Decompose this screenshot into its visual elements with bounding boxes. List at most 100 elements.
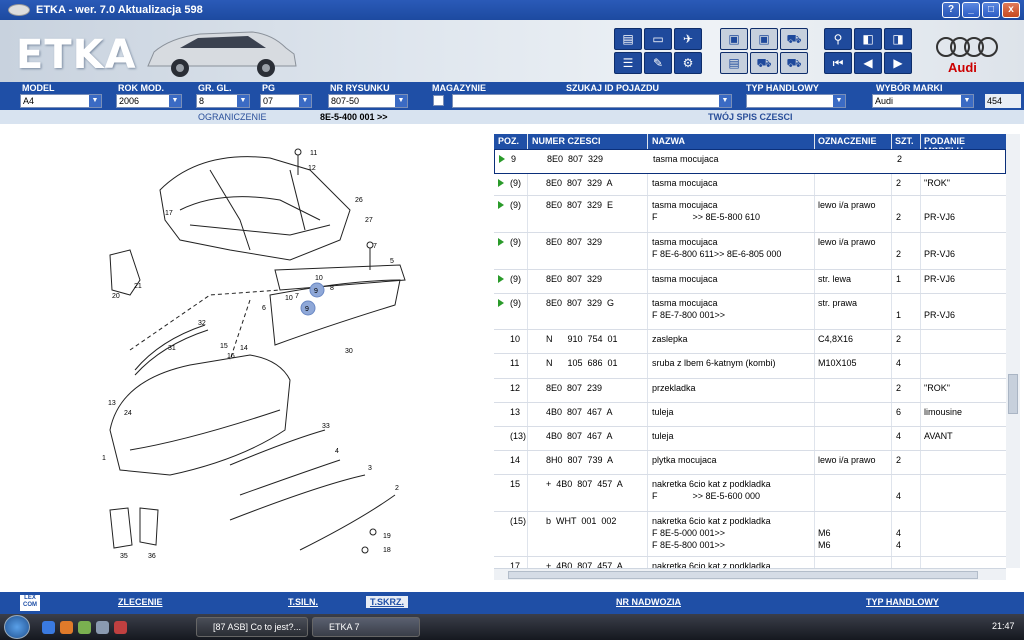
cell-poz: 10: [510, 334, 521, 344]
table-row[interactable]: (9) 8E0 807 329 E tasma mocujaca F >> 8E-5-…: [494, 196, 1006, 233]
cell-nr: N 105 686 01: [546, 358, 618, 368]
table-row[interactable]: 12 8E0 807 239 przekladka 2 "ROK": [494, 379, 1006, 403]
zlecenie-button[interactable]: ZLECENIE: [118, 597, 163, 607]
model-select[interactable]: A4 ▼: [20, 94, 102, 108]
table-row[interactable]: (9) 8E0 807 329 G tasma mocujaca F 8E-7-800…: [494, 294, 1006, 330]
first-icon[interactable]: ⏮: [824, 52, 852, 74]
app-icon[interactable]: [78, 621, 91, 634]
taskbar-item-etka[interactable]: ETKA 7: [312, 617, 420, 637]
parts-diagram[interactable]: 111226 2775 172021 10108 6730 3231 15 161…: [90, 130, 420, 570]
chevron-down-icon: ▼: [237, 95, 249, 107]
cell-szt: 2: [897, 154, 903, 164]
bike-icon[interactable]: ⚙: [674, 52, 702, 74]
nr-select[interactable]: 807-50 ▼: [328, 94, 408, 108]
table-row[interactable]: (15) b WHT 001 002 nakretka 6cio kat z pod…: [494, 512, 1006, 557]
print-icon[interactable]: ▤: [614, 28, 642, 50]
svg-text:1: 1: [102, 455, 106, 462]
svg-text:4: 4: [335, 448, 339, 455]
magazynie-checkbox[interactable]: [433, 95, 444, 106]
svg-text:12: 12: [308, 165, 316, 172]
maximize-button[interactable]: □: [982, 2, 1000, 18]
help-button[interactable]: ?: [942, 2, 960, 18]
pin-icon[interactable]: ⚲: [824, 28, 852, 50]
nr-nadwozia-button[interactable]: NR NADWOZIA: [616, 597, 681, 607]
chevron-down-icon: ▼: [833, 95, 845, 107]
table-row[interactable]: (9) 8E0 807 329 A tasma mocujaca 2 "ROK": [494, 174, 1006, 196]
chevron-down-icon: ▼: [395, 95, 407, 107]
edit-icon[interactable]: ✎: [644, 52, 672, 74]
cell-nazwa: plytka mocujaca: [652, 455, 717, 465]
taskbar-item-browser[interactable]: [87 ASB] Co to jest?...: [196, 617, 308, 637]
cart-add-icon[interactable]: ⛟: [780, 52, 808, 74]
folder-icon[interactable]: [96, 621, 109, 634]
orpcy-icon[interactable]: ▣: [750, 28, 778, 50]
table-row[interactable]: 13 4B0 807 467 A tuleja 6 limousine: [494, 403, 1006, 427]
vertical-scrollbar[interactable]: [1006, 134, 1020, 568]
close-button[interactable]: x: [1002, 2, 1020, 18]
expand-triangle-icon[interactable]: [498, 238, 504, 246]
expand-triangle-icon[interactable]: [498, 299, 504, 307]
expand-triangle-icon[interactable]: [499, 155, 505, 163]
spis-label[interactable]: TWÓJ SPIS CZESCI: [708, 112, 793, 122]
cart-icon[interactable]: ⛟: [780, 28, 808, 50]
screen-icon[interactable]: ▭: [644, 28, 672, 50]
table-row[interactable]: 9 8E0 807 329 tasma mocujaca 2: [494, 149, 1006, 174]
table-row[interactable]: 11 N 105 686 01 sruba z lbem 6-katnym (kom…: [494, 354, 1006, 379]
tools-icon[interactable]: ✈: [674, 28, 702, 50]
t-siln-button[interactable]: T.SILN.: [288, 597, 318, 607]
list-icon[interactable]: ☰: [614, 52, 642, 74]
scroll-thumb[interactable]: [1008, 374, 1018, 414]
col-szt[interactable]: SZT.: [895, 136, 914, 146]
gr-label: GR. GL.: [198, 83, 232, 93]
cell-nazwa2: F 8E-7-800 001>>: [652, 310, 726, 320]
page-prev-icon[interactable]: ◧: [854, 28, 882, 50]
horizontal-scrollbar[interactable]: [494, 568, 1006, 580]
marka-select[interactable]: Audi ▼: [872, 94, 974, 108]
ie-icon[interactable]: [42, 621, 55, 634]
firefox-icon[interactable]: [60, 621, 73, 634]
expand-triangle-icon[interactable]: [498, 275, 504, 283]
title-bar: ETKA - wer. 7.0 Aktualizacja 598 ? _ □ x: [0, 0, 1024, 20]
cell-szt: 2: [896, 383, 902, 393]
cell-nazwa: nakretka 6cio kat z podkladka: [652, 561, 771, 568]
cell-nr: 8E0 807 329: [547, 154, 604, 164]
t-skrz-button[interactable]: T.SKRZ.: [366, 596, 409, 608]
start-button[interactable]: [4, 615, 30, 639]
col-nazwa[interactable]: NAZWA: [652, 136, 685, 146]
cell-nazwa: tasma mocujaca: [652, 274, 718, 284]
table-row[interactable]: 17 + 4B0 807 457 A nakretka 6cio kat z pod…: [494, 557, 1006, 568]
cell-szt: 1: [896, 310, 902, 320]
expand-triangle-icon[interactable]: [498, 201, 504, 209]
table-row[interactable]: 15 + 4B0 807 457 A nakretka 6cio kat z pod…: [494, 475, 1006, 512]
expand-triangle-icon[interactable]: [498, 179, 504, 187]
col-numer[interactable]: NUMER CZESCI: [532, 136, 601, 146]
szukaj-select[interactable]: ▼: [452, 94, 732, 108]
page-next-icon[interactable]: ◨: [884, 28, 912, 50]
scroll-thumb[interactable]: [508, 571, 978, 579]
taskbar: [87 ASB] Co to jest?... ETKA 7 21:47: [0, 614, 1024, 640]
cell-szt2: 4: [896, 540, 902, 550]
doc-icon[interactable]: ▤: [720, 52, 748, 74]
table-row[interactable]: 10 N 910 754 01 zaslepka C4,8X16 2: [494, 330, 1006, 354]
typ-handlowy-button[interactable]: TYP HANDLOWY: [866, 597, 939, 607]
col-poz[interactable]: POZ.: [498, 136, 519, 146]
media-icon[interactable]: [114, 621, 127, 634]
rok-select[interactable]: 2006 ▼: [116, 94, 182, 108]
pg-select[interactable]: 07 ▼: [260, 94, 312, 108]
table-row[interactable]: (13) 4B0 807 467 A tuleja 4 AVANT: [494, 427, 1006, 451]
next-icon[interactable]: ▶: [884, 52, 912, 74]
elsa-icon[interactable]: ▣: [720, 28, 748, 50]
cell-nazwa2: F >> 8E-5-600 000: [652, 491, 761, 501]
gr-select[interactable]: 8 ▼: [196, 94, 250, 108]
minimize-button[interactable]: _: [962, 2, 980, 18]
table-row[interactable]: (9) 8E0 807 329 tasma mocujaca str. lewa 1 PR…: [494, 270, 1006, 294]
cell-ozn: M10X105: [818, 358, 857, 368]
table-row[interactable]: (9) 8E0 807 329 tasma mocujaca F 8E-6-800 6…: [494, 233, 1006, 270]
cell-nr: N 910 754 01: [546, 334, 618, 344]
prev-icon[interactable]: ◀: [854, 52, 882, 74]
col-oznaczenie[interactable]: OZNACZENIE: [818, 136, 877, 146]
truck-icon[interactable]: ⛟: [750, 52, 778, 74]
typ-select[interactable]: ▼: [746, 94, 846, 108]
ograniczenie-label[interactable]: OGRANICZENIE: [198, 112, 267, 122]
table-row[interactable]: 14 8H0 807 739 A plytka mocujaca lewo i/a p…: [494, 451, 1006, 475]
